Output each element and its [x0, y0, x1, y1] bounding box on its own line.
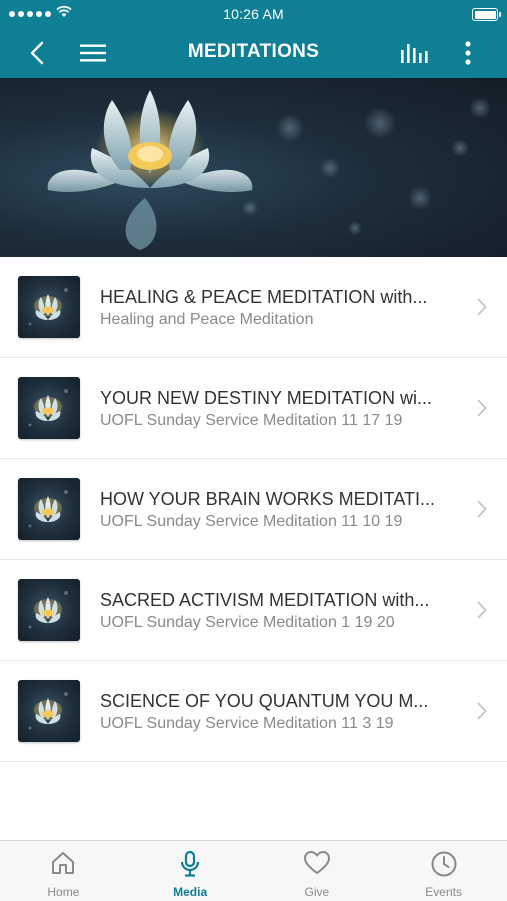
top-bar: 10:26 AM MEDITATIONS	[0, 0, 507, 78]
microphone-icon	[181, 850, 200, 877]
item-title: YOUR NEW DESTINY MEDITATION wi...	[100, 388, 433, 408]
lotus-thumbnail	[18, 377, 80, 439]
list-item[interactable]: HOW YOUR BRAIN WORKS MEDITATI... UOFL Su…	[0, 459, 507, 560]
bottom-tab-bar: Home Media Give Events	[0, 840, 507, 901]
battery-icon	[472, 8, 501, 21]
meditation-list: HEALING & PEACE MEDITATION with... Heali…	[0, 257, 507, 762]
audio-bars-button[interactable]	[396, 28, 434, 78]
chevron-right-icon	[477, 298, 487, 316]
chevron-right-icon	[477, 500, 487, 518]
item-subtitle: UOFL Sunday Service Meditation 11 3 19	[100, 715, 394, 732]
status-bar: 10:26 AM	[0, 0, 507, 28]
item-subtitle: UOFL Sunday Service Meditation 11 10 19	[100, 513, 403, 530]
list-item[interactable]: HEALING & PEACE MEDITATION with... Heali…	[0, 257, 507, 358]
item-title: HEALING & PEACE MEDITATION with...	[100, 287, 428, 307]
chevron-right-icon	[477, 399, 487, 417]
lotus-thumbnail	[18, 276, 80, 338]
lotus-thumbnail	[18, 478, 80, 540]
tab-events[interactable]: Events	[380, 841, 507, 901]
vertical-dots-icon	[465, 41, 471, 65]
tab-home[interactable]: Home	[0, 841, 127, 901]
item-subtitle: Healing and Peace Meditation	[100, 311, 314, 328]
heart-icon	[303, 851, 330, 874]
home-icon	[52, 852, 75, 874]
item-subtitle: UOFL Sunday Service Meditation 1 19 20	[100, 614, 395, 631]
item-title: HOW YOUR BRAIN WORKS MEDITATI...	[100, 489, 436, 509]
tab-label: Give	[304, 885, 330, 899]
tab-label: Media	[173, 885, 208, 899]
tab-give[interactable]: Give	[254, 841, 381, 901]
nav-bar: MEDITATIONS	[0, 28, 507, 78]
lotus-illustration	[47, 90, 491, 250]
equalizer-icon	[401, 44, 428, 63]
item-title: SCIENCE OF YOU QUANTUM YOU M...	[100, 691, 429, 711]
lotus-thumbnail	[18, 680, 80, 742]
hero-lotus-image	[0, 78, 507, 257]
list-item[interactable]: SCIENCE OF YOU QUANTUM YOU M... UOFL Sun…	[0, 661, 507, 762]
list-item[interactable]: YOUR NEW DESTINY MEDITATION wi... UOFL S…	[0, 358, 507, 459]
item-subtitle: UOFL Sunday Service Meditation 11 17 19	[100, 412, 403, 429]
item-title: SACRED ACTIVISM MEDITATION with...	[100, 590, 430, 610]
status-time: 10:26 AM	[223, 6, 284, 22]
clock-icon	[431, 851, 457, 877]
tab-label: Home	[47, 885, 80, 899]
lotus-thumbnail	[18, 579, 80, 641]
tab-media[interactable]: Media	[127, 841, 254, 901]
chevron-right-icon	[477, 601, 487, 619]
chevron-right-icon	[477, 702, 487, 720]
list-item[interactable]: SACRED ACTIVISM MEDITATION with... UOFL …	[0, 560, 507, 661]
more-options-button[interactable]	[456, 28, 480, 78]
tab-label: Events	[425, 885, 462, 899]
